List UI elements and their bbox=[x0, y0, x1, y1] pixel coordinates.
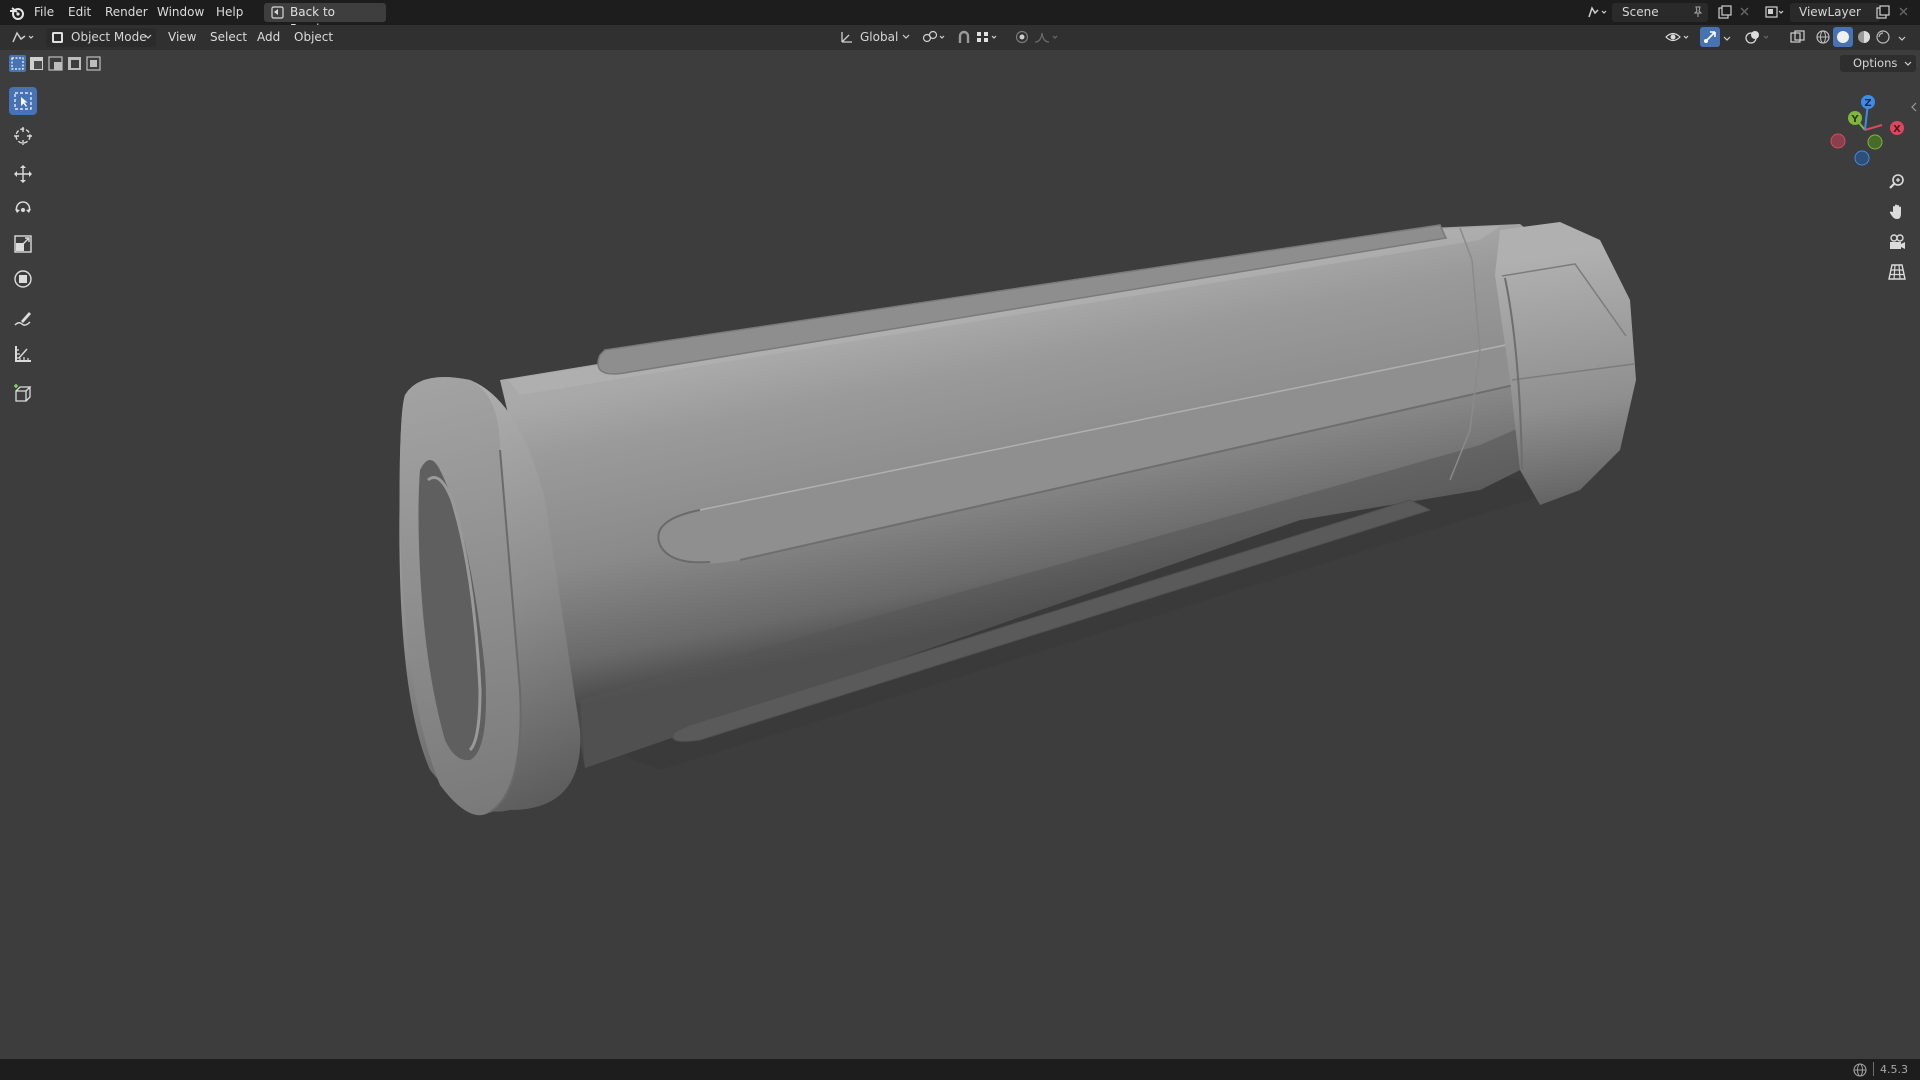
viewlayer-icon[interactable] bbox=[1764, 5, 1786, 19]
menu-file[interactable]: File bbox=[34, 4, 54, 21]
select-extend-icon[interactable] bbox=[28, 55, 45, 72]
delete-viewlayer-icon[interactable] bbox=[1898, 6, 1909, 17]
move-icon bbox=[13, 164, 33, 184]
menu-view[interactable]: View bbox=[168, 29, 196, 46]
top-bar: File Edit Render Window Help Back to Pre… bbox=[0, 0, 1920, 36]
version-label: 4.5.3 bbox=[1880, 1063, 1908, 1076]
new-viewlayer-icon[interactable] bbox=[1876, 5, 1890, 19]
delete-scene-icon[interactable] bbox=[1739, 6, 1750, 17]
wireframe-shading-icon[interactable] bbox=[1815, 29, 1831, 45]
scene-type-icon[interactable] bbox=[1586, 5, 1608, 19]
scale-icon bbox=[13, 234, 33, 254]
snap-target-icon[interactable] bbox=[976, 30, 1000, 44]
pivot-point-icon[interactable] bbox=[922, 30, 948, 44]
gizmo-x-label: X bbox=[1893, 124, 1901, 135]
zoom-icon bbox=[1888, 173, 1906, 191]
3d-model-grip[interactable] bbox=[0, 50, 1920, 1059]
menu-add[interactable]: Add bbox=[257, 29, 280, 46]
navigation-gizmo[interactable]: X Y Z bbox=[1825, 90, 1905, 170]
grid-icon bbox=[1888, 263, 1906, 281]
measure-icon bbox=[13, 344, 33, 364]
add-cube-icon bbox=[12, 383, 34, 405]
orientation-dropdown[interactable]: Global bbox=[838, 28, 914, 47]
blender-logo-icon[interactable] bbox=[9, 5, 25, 21]
gizmo-z-label: Z bbox=[1864, 98, 1871, 109]
gizmo-y-axis[interactable]: Y bbox=[1848, 111, 1862, 125]
chevron-down-icon[interactable] bbox=[1723, 36, 1731, 42]
status-bar: 4.5.3 bbox=[0, 1059, 1920, 1080]
visibility-icon[interactable] bbox=[1664, 30, 1692, 44]
camera-view-button[interactable] bbox=[1886, 231, 1908, 253]
hand-icon bbox=[1888, 203, 1906, 221]
rendered-shading-icon[interactable] bbox=[1875, 29, 1891, 45]
options-dropdown[interactable]: Options bbox=[1840, 55, 1916, 72]
menu-render[interactable]: Render bbox=[105, 4, 148, 21]
chevron-down-icon bbox=[902, 34, 910, 40]
xray-icon[interactable] bbox=[1790, 30, 1806, 44]
pin-icon[interactable] bbox=[1692, 6, 1704, 18]
rotate-icon bbox=[13, 199, 33, 219]
tool-rotate[interactable] bbox=[9, 195, 37, 223]
menu-select[interactable]: Select bbox=[210, 29, 247, 46]
menu-window[interactable]: Window bbox=[157, 4, 204, 21]
tool-transform[interactable] bbox=[9, 265, 37, 293]
orientation-icon bbox=[840, 31, 854, 44]
menu-help[interactable]: Help bbox=[216, 4, 243, 21]
viewport-header: Object Mode View Select Add Object Globa… bbox=[0, 25, 1920, 50]
select-invert-icon[interactable] bbox=[66, 55, 83, 72]
select-subtract-icon[interactable] bbox=[47, 55, 64, 72]
viewlayer-name: ViewLayer bbox=[1799, 5, 1861, 19]
back-icon bbox=[271, 6, 284, 19]
tool-annotate[interactable] bbox=[9, 305, 37, 333]
tool-move[interactable] bbox=[9, 160, 37, 188]
tool-select-box[interactable] bbox=[9, 87, 37, 115]
menu-edit[interactable]: Edit bbox=[68, 4, 91, 21]
orientation-label: Global bbox=[860, 30, 899, 44]
overlays-icon[interactable] bbox=[1744, 30, 1772, 44]
back-to-previous-button[interactable]: Back to Previous bbox=[264, 3, 386, 36]
menu-object[interactable]: Object bbox=[294, 29, 333, 46]
solid-shading-button[interactable] bbox=[1833, 27, 1853, 47]
falloff-icon[interactable] bbox=[1034, 30, 1062, 44]
3d-viewport[interactable]: Options X Y Z bbox=[0, 50, 1920, 1059]
pan-button[interactable] bbox=[1886, 201, 1908, 223]
gizmo-z-axis[interactable]: Z bbox=[1861, 95, 1875, 109]
snap-toggle-icon[interactable] bbox=[956, 30, 972, 45]
scene-field[interactable]: Scene bbox=[1612, 3, 1708, 22]
tool-measure[interactable] bbox=[9, 340, 37, 368]
gizmo-y-label: Y bbox=[1850, 114, 1859, 125]
material-shading-icon[interactable] bbox=[1856, 29, 1872, 45]
sidebar-toggle-icon[interactable] bbox=[1910, 102, 1918, 112]
mode-label: Object Mode bbox=[71, 30, 147, 44]
status-divider bbox=[1873, 1062, 1874, 1076]
chevron-down-icon[interactable] bbox=[1898, 36, 1906, 42]
editor-type-icon[interactable] bbox=[11, 30, 37, 44]
cursor-icon bbox=[13, 126, 33, 146]
options-label: Options bbox=[1853, 56, 1898, 70]
perspective-toggle-button[interactable] bbox=[1886, 261, 1908, 283]
zoom-button[interactable] bbox=[1886, 171, 1908, 193]
gizmo-icon bbox=[1703, 30, 1717, 44]
select-new-icon[interactable] bbox=[9, 55, 26, 72]
object-mode-icon bbox=[51, 31, 64, 44]
globe-icon bbox=[1853, 1063, 1867, 1077]
transform-icon bbox=[13, 269, 33, 289]
tool-cursor[interactable] bbox=[9, 122, 37, 150]
select-box-icon bbox=[13, 91, 33, 111]
viewlayer-field[interactable]: ViewLayer bbox=[1790, 3, 1880, 22]
gizmo-x-axis[interactable]: X bbox=[1890, 121, 1904, 135]
gizmo-toggle-button[interactable] bbox=[1700, 27, 1720, 47]
chevron-down-icon bbox=[1904, 61, 1912, 67]
tool-scale[interactable] bbox=[9, 230, 37, 258]
camera-icon bbox=[1888, 233, 1906, 251]
annotate-icon bbox=[13, 309, 33, 329]
new-scene-icon[interactable] bbox=[1718, 5, 1732, 19]
scene-name: Scene bbox=[1622, 5, 1659, 19]
proportional-edit-icon[interactable] bbox=[1014, 30, 1030, 44]
chevron-down-icon bbox=[144, 34, 152, 40]
solid-shading-icon bbox=[1836, 30, 1850, 44]
tool-add-cube[interactable] bbox=[9, 380, 37, 408]
mode-dropdown[interactable]: Object Mode bbox=[46, 28, 156, 47]
select-intersect-icon[interactable] bbox=[85, 55, 102, 72]
